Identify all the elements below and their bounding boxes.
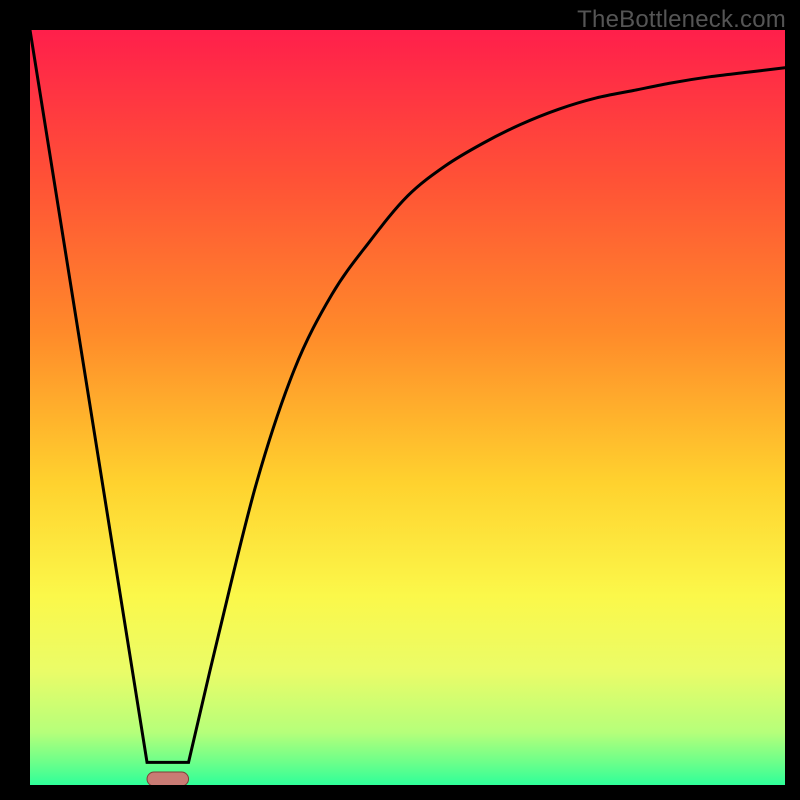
watermark-text: TheBottleneck.com [577,6,786,34]
chart-frame: TheBottleneck.com [0,0,800,800]
bottleneck-chart [30,30,785,785]
plot-area [30,30,785,785]
bottleneck-marker [147,772,189,785]
gradient-background [30,30,785,785]
